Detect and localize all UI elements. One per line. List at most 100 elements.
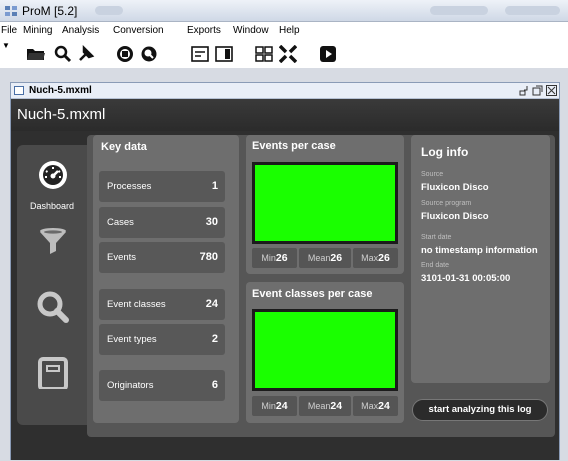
key-data-label: Event classes: [107, 299, 166, 310]
frame-tab-title: Nuch-5.mxml: [29, 85, 92, 96]
play-icon[interactable]: [318, 44, 338, 64]
events-per-case-chart: [252, 162, 398, 244]
key-data-label: Events: [107, 252, 137, 263]
document-icon: [38, 357, 68, 389]
frame-title-bar[interactable]: Nuch-5.mxml: [11, 83, 559, 99]
log-info-title: Log info: [421, 145, 469, 159]
sidebar-item-dashboard[interactable]: Dashboard: [17, 149, 87, 215]
frame-header: Nuch-5.mxml: [11, 99, 559, 131]
menu-help[interactable]: Help: [279, 25, 300, 36]
stat-mean-label: Mean: [307, 253, 331, 263]
key-data-value: 1: [211, 180, 218, 192]
log-frame: Nuch-5.mxml Nuch-5.mxml Dashboard Key da…: [10, 82, 560, 460]
key-data-row: Events 780: [99, 242, 225, 273]
start-date-value: no timestamp information: [421, 245, 538, 256]
inspect-magnifier-icon: [37, 291, 69, 323]
key-data-value: 24: [205, 298, 218, 310]
sidebar: Dashboard: [17, 145, 87, 425]
source-label: Source: [421, 171, 444, 178]
menu-mining[interactable]: Mining: [23, 25, 52, 36]
key-data-row: Event classes 24: [99, 289, 225, 320]
key-data-label: Processes: [107, 181, 152, 192]
cycle-icon[interactable]: [115, 44, 135, 64]
open-folder-icon[interactable]: [26, 44, 46, 64]
stat-max: Max26: [353, 248, 398, 268]
title-bar-blur: [430, 6, 488, 15]
stat-max-label: Max: [361, 401, 379, 411]
key-data-panel: Key data Processes 1 Cases 30 Events 780…: [93, 135, 239, 423]
key-data-label: Originators: [107, 380, 154, 391]
filter-funnel-icon: [40, 228, 66, 254]
sidebar-item-filter[interactable]: [17, 215, 87, 281]
start-analyzing-button[interactable]: start analyzing this log: [412, 399, 548, 421]
key-data-row: Event types 2: [99, 324, 225, 355]
zoom-icon[interactable]: [139, 44, 159, 64]
stat-mean-label: Mean: [307, 401, 331, 411]
log-info-panel: Log info Source Fluxicon Disco Source pr…: [411, 135, 550, 383]
key-data-value: 2: [211, 333, 218, 345]
stat-mean: Mean26: [299, 248, 351, 268]
event-classes-per-case-title: Event classes per case: [252, 288, 373, 300]
key-data-value: 6: [211, 379, 218, 391]
close-icon[interactable]: [546, 85, 557, 96]
menu-window[interactable]: Window: [233, 25, 269, 36]
end-date-label: End date: [421, 262, 450, 269]
sidebar-item-document[interactable]: [17, 347, 87, 413]
menu-analysis[interactable]: Analysis: [62, 25, 99, 36]
stat-mean-value: 24: [330, 400, 343, 412]
title-bar-blur: [505, 6, 560, 15]
source-program-label: Source program: [421, 200, 472, 207]
toolbar-grip: ▼: [2, 41, 10, 50]
dashboard-area: Dashboard Key data Processes 1 Cases 30 …: [11, 131, 559, 460]
stat-min-label: Min: [261, 253, 276, 263]
stat-mean: Mean24: [299, 396, 351, 416]
pin-tool-icon[interactable]: [76, 44, 96, 64]
menu-conversion[interactable]: Conversion: [113, 25, 164, 36]
key-data-value: 780: [199, 251, 218, 263]
title-bar-blur: [95, 6, 123, 15]
key-data-row: Processes 1: [99, 171, 225, 202]
stat-min: Min26: [252, 248, 297, 268]
stat-max-value: 26: [378, 252, 390, 264]
frame-header-title: Nuch-5.mxml: [17, 106, 106, 123]
events-per-case-panel: Events per case Min26 Mean26 Max26: [246, 135, 404, 274]
frame-window-icon: [14, 86, 24, 95]
panel-view-icon[interactable]: [214, 44, 234, 64]
grid-view-icon[interactable]: [254, 44, 274, 64]
dashboard-gauge-icon: [39, 161, 67, 189]
list-view-icon[interactable]: [190, 44, 210, 64]
key-data-row: Originators 6: [99, 370, 225, 401]
fullscreen-icon[interactable]: [278, 44, 298, 64]
key-data-label: Cases: [107, 217, 134, 228]
stat-min-value: 26: [275, 252, 288, 264]
window-title-bar: ProM [5.2]: [0, 0, 568, 22]
stat-max: Max24: [353, 396, 398, 416]
sidebar-item-inspect[interactable]: [17, 281, 87, 347]
key-data-row: Cases 30: [99, 207, 225, 238]
menu-bar: File Mining Analysis Conversion Exports …: [0, 22, 568, 40]
sidebar-item-label: Dashboard: [29, 201, 75, 211]
window-title: ProM [5.2]: [22, 4, 78, 18]
dashboard-content: Key data Processes 1 Cases 30 Events 780…: [87, 135, 555, 437]
source-value: Fluxicon Disco: [421, 182, 489, 193]
key-data-title: Key data: [101, 141, 147, 153]
minimize-icon[interactable]: [519, 85, 530, 96]
stat-mean-value: 26: [330, 252, 343, 264]
stat-max-label: Max: [361, 253, 379, 263]
stat-min-label: Min: [261, 401, 276, 411]
start-date-label: Start date: [421, 234, 452, 241]
stat-min-value: 24: [275, 400, 288, 412]
event-classes-per-case-chart: [252, 309, 398, 391]
menu-file[interactable]: File: [1, 25, 17, 36]
event-classes-per-case-panel: Event classes per case Min24 Mean24 Max2…: [246, 282, 404, 423]
events-per-case-stats: Min26 Mean26 Max26: [252, 248, 398, 268]
stat-max-value: 24: [378, 400, 390, 412]
key-data-label: Event types: [107, 334, 157, 345]
menu-exports[interactable]: Exports: [187, 25, 221, 36]
events-per-case-title: Events per case: [252, 140, 336, 152]
search-icon[interactable]: [53, 44, 73, 64]
end-date-value: 3101-01-31 00:05:00: [421, 273, 511, 284]
maximize-icon[interactable]: [532, 85, 543, 96]
stat-min: Min24: [252, 396, 297, 416]
key-data-value: 30: [205, 216, 218, 228]
